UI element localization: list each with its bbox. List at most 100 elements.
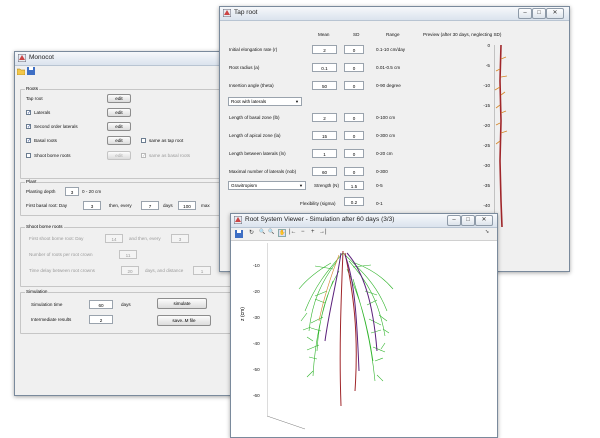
basal-roots-edit-button[interactable]: edit — [107, 136, 131, 145]
z-tick: -50 — [253, 367, 260, 372]
preview-tick: -10 — [483, 83, 490, 88]
root-system-canvas — [267, 243, 394, 430]
shoot-borne-group-title: Shoot borne roots — [25, 224, 64, 229]
rotate-icon[interactable]: ↻ — [249, 229, 254, 236]
time-delay-input[interactable]: 20 — [121, 266, 139, 275]
roots-group-title: Roots — [25, 86, 40, 91]
same-as-tap-checkbox[interactable] — [141, 138, 146, 143]
insertion-angle-mean-input[interactable]: 50 — [312, 81, 337, 90]
preview-tick: -40 — [483, 203, 490, 208]
z-tick: -60 — [253, 393, 260, 398]
between-laterals-range: 0-20 cm — [376, 151, 393, 156]
chevron-down-icon: ▼ — [299, 183, 303, 188]
laterals-checkbox[interactable]: ✓ — [26, 110, 31, 116]
tropism-dropdown[interactable]: Gravitropism ▼ — [228, 181, 306, 190]
matlab-icon — [234, 216, 242, 224]
elongation-sd-input[interactable]: 0 — [344, 45, 364, 54]
basal-max-label: max — [201, 203, 210, 208]
first-basal-label: First basal root: Day — [26, 203, 68, 208]
then-every-label: then, every — [109, 203, 132, 208]
taproot-title: Tap root — [234, 9, 258, 16]
basal-roots-checkbox[interactable]: ✓ — [26, 138, 31, 144]
dock-arrow-icon[interactable]: ➘ — [485, 229, 489, 235]
sim-time-input[interactable]: 60 — [89, 300, 113, 309]
between-laterals-mean-input[interactable]: 1 — [312, 149, 337, 158]
between-laterals-sd-input[interactable]: 0 — [344, 149, 364, 158]
first-shoot-day-input[interactable]: 14 — [105, 234, 123, 243]
shoot-every-input[interactable]: 3 — [171, 234, 189, 243]
max-laterals-range: 0-300 — [376, 169, 388, 174]
maximize-button[interactable]: □ — [461, 215, 475, 226]
forward-icon[interactable]: →| — [319, 229, 327, 235]
preview-tick: -30 — [483, 163, 490, 168]
basal-every-input[interactable]: 7 — [141, 201, 159, 210]
save-m-file-button[interactable]: save..M file — [157, 315, 211, 326]
apical-zone-range: 0-300 cm — [376, 133, 396, 138]
insertion-angle-sd-input[interactable]: 0 — [344, 81, 364, 90]
strength-input[interactable]: 1.5 — [344, 181, 364, 190]
apical-zone-sd-input[interactable]: 0 — [344, 131, 364, 140]
preview-tick: -25 — [483, 143, 490, 148]
second-order-checkbox[interactable]: ✓ — [26, 124, 31, 130]
plant-group-title: Plant — [25, 179, 38, 184]
shoot-borne-label: Shoot borne roots — [34, 153, 71, 158]
elongation-label: Initial elongation rate (r) — [229, 47, 278, 52]
second-order-edit-button[interactable]: edit — [107, 122, 131, 131]
flexibility-input[interactable]: 0.2 — [344, 197, 364, 206]
basal-zone-mean-input[interactable]: 2 — [312, 113, 337, 122]
distance-input[interactable]: 1 — [193, 266, 211, 275]
maximize-button[interactable]: □ — [532, 8, 546, 19]
monocot-titlebar: Monocot — [15, 52, 238, 66]
radius-label: Root radius (a) — [229, 65, 260, 70]
pan-icon[interactable]: ✋ — [278, 229, 287, 237]
intermediate-label: Intermediate results — [31, 317, 72, 322]
intermediate-input[interactable]: 2 — [89, 315, 113, 324]
simulate-button[interactable]: simulate — [157, 298, 207, 309]
apical-zone-label: Length of apical zone (la) — [229, 133, 281, 138]
basal-zone-sd-input[interactable]: 0 — [344, 113, 364, 122]
time-delay-label: Time delay between root crowns — [29, 268, 95, 273]
z-axis-label: z (cm) — [239, 307, 246, 321]
open-folder-icon[interactable] — [17, 67, 25, 75]
z-tick: -10 — [253, 263, 260, 268]
save-icon[interactable] — [235, 230, 243, 238]
monocot-window: Monocot Roots Tap root edit ✓ Laterals e… — [14, 51, 239, 396]
max-laterals-sd-input[interactable]: 0 — [344, 167, 364, 176]
basal-max-input[interactable]: 100 — [178, 201, 196, 210]
roots-per-crown-input[interactable]: 11 — [119, 250, 137, 259]
root-type-dropdown[interactable]: Root with laterals ▼ — [228, 97, 302, 106]
minimize-button[interactable]: – — [518, 8, 532, 19]
laterals-edit-button[interactable]: edit — [107, 108, 131, 117]
zoom-out-icon[interactable]: 🔍 — [268, 229, 274, 235]
first-basal-day-input[interactable]: 3 — [83, 201, 101, 210]
col-range-header: Range — [386, 32, 400, 37]
root-type-value: Root with laterals — [231, 99, 267, 104]
zoom-in-icon[interactable]: 🔍 — [259, 229, 265, 235]
elongation-range: 0.1-10 cm/day — [376, 47, 406, 52]
planting-depth-input[interactable]: 3 — [65, 187, 79, 196]
radius-mean-input[interactable]: 0.1 — [312, 63, 337, 72]
apical-zone-mean-input[interactable]: 15 — [312, 131, 337, 140]
radius-sd-input[interactable]: 0 — [344, 63, 364, 72]
plus-icon[interactable]: + — [311, 229, 315, 235]
minus-icon[interactable]: − — [301, 229, 305, 235]
save-icon[interactable] — [27, 67, 35, 75]
preview-tick: -15 — [483, 103, 490, 108]
z-tick: -40 — [253, 341, 260, 346]
elongation-mean-input[interactable]: 2 — [312, 45, 337, 54]
viewer-titlebar: Root System Viewer - Simulation after 60… — [231, 214, 497, 228]
shoot-borne-edit-button[interactable]: edit — [107, 151, 131, 160]
minimize-button[interactable]: – — [447, 215, 461, 226]
same-as-basal-checkbox[interactable]: ✓ — [141, 153, 146, 159]
close-button[interactable]: ✕ — [546, 8, 564, 19]
back-icon[interactable]: |← — [289, 229, 297, 235]
max-laterals-mean-input[interactable]: 60 — [312, 167, 337, 176]
tap-root-edit-button[interactable]: edit — [107, 94, 131, 103]
z-tick: -20 — [253, 289, 260, 294]
plant-group: Plant Planting depth 3 0 - 20 cm First b… — [20, 179, 234, 216]
max-laterals-label: Maximal number of laterals (nob) — [229, 169, 297, 174]
shoot-borne-checkbox[interactable] — [26, 153, 31, 158]
close-button[interactable]: ✕ — [475, 215, 493, 226]
lateral-roots — [298, 252, 394, 382]
first-shoot-label: First shoot borne root: Day — [29, 236, 84, 241]
